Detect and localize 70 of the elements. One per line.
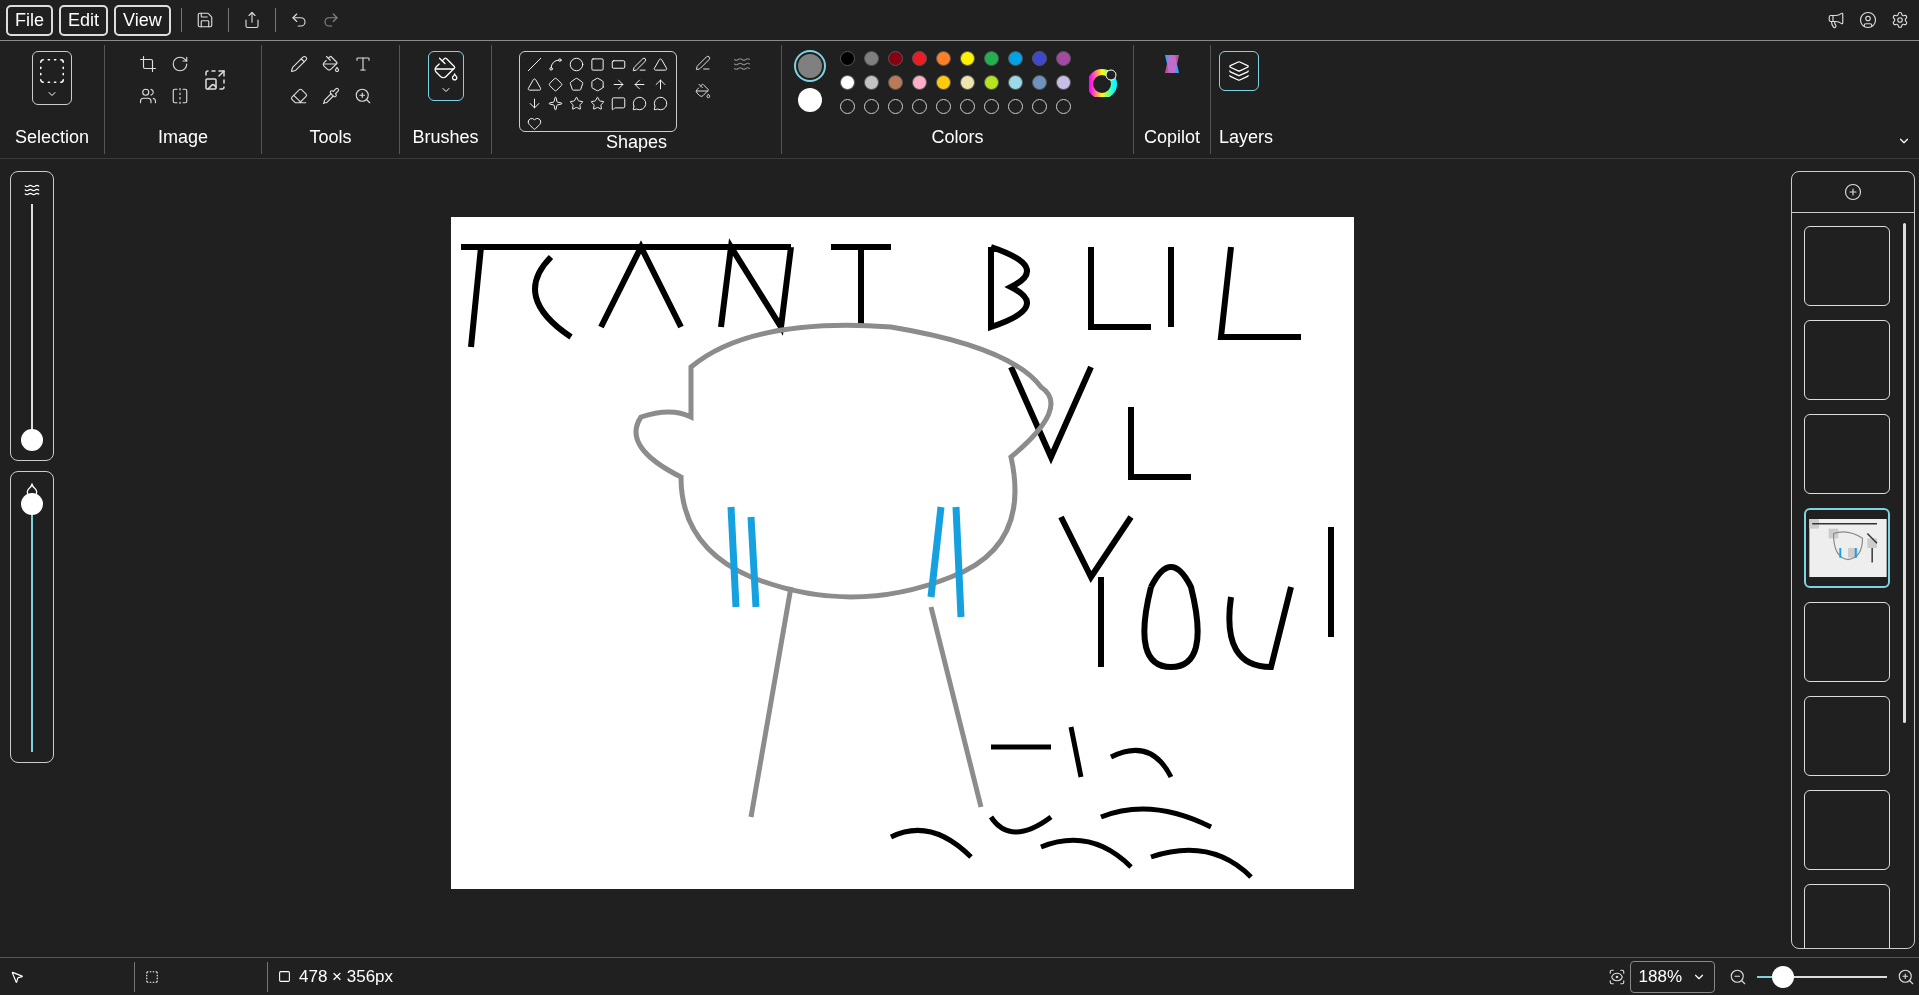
down-arrow-icon[interactable] <box>526 96 543 112</box>
color-swatch[interactable] <box>960 75 975 90</box>
color-swatch[interactable] <box>984 51 999 66</box>
star-icon[interactable] <box>568 96 585 112</box>
color-swatch[interactable] <box>960 51 975 66</box>
color-swatch[interactable] <box>912 51 927 66</box>
selection-size-icon <box>145 969 159 984</box>
layer-thumbnail[interactable] <box>1804 414 1890 494</box>
oval-icon[interactable] <box>568 57 585 73</box>
group-label: Colors <box>931 127 984 148</box>
layer-thumbnail[interactable] <box>1804 508 1890 588</box>
pointer-icon <box>10 969 24 984</box>
layer-thumbnail[interactable] <box>1804 884 1890 948</box>
pentagon-icon[interactable] <box>568 76 585 92</box>
rectangle-icon[interactable] <box>589 57 606 73</box>
size-icon <box>24 182 40 198</box>
group-label: Copilot <box>1144 127 1200 148</box>
brushes-button[interactable] <box>427 51 464 101</box>
triangle-icon[interactable] <box>652 57 669 73</box>
color-swatch[interactable] <box>888 51 903 66</box>
layer-thumbnail[interactable] <box>1804 790 1890 870</box>
right-arrow-icon[interactable] <box>610 76 627 92</box>
layers-icon <box>1228 60 1250 82</box>
layer-thumbnail[interactable] <box>1804 696 1890 776</box>
canvas-size: 478 × 356px <box>299 966 394 987</box>
selection-icon <box>37 56 67 86</box>
color-swatch[interactable] <box>1056 75 1071 90</box>
layers-button[interactable] <box>1219 51 1259 91</box>
hexagon-icon[interactable] <box>589 76 606 92</box>
primary-color[interactable] <box>798 53 822 78</box>
color-swatch[interactable] <box>1008 75 1023 90</box>
color-swatch[interactable] <box>912 75 927 90</box>
color-swatch[interactable] <box>936 51 951 66</box>
group-label: Brushes <box>412 127 479 148</box>
layer-thumbnail[interactable] <box>1804 602 1890 682</box>
selection-button[interactable] <box>32 51 72 105</box>
curve-icon[interactable] <box>547 57 564 73</box>
menu-button[interactable]: View <box>114 4 171 36</box>
zoom-slider-thumb[interactable] <box>1772 965 1794 988</box>
four-point-star-icon[interactable] <box>547 96 564 112</box>
rectangle-callout-icon[interactable] <box>610 96 627 112</box>
color-wheel-icon[interactable] <box>1089 68 1117 97</box>
slider-thumb[interactable] <box>21 429 43 452</box>
secondary-color[interactable] <box>798 87 822 112</box>
canvas-size-icon <box>278 970 291 983</box>
group-label: Layers <box>1219 127 1274 148</box>
layer-thumbnail[interactable] <box>1804 320 1890 400</box>
color-swatch[interactable] <box>888 75 903 90</box>
layer-thumbnail[interactable] <box>1804 226 1890 306</box>
group-label: Selection <box>14 127 90 148</box>
diamond-icon[interactable] <box>547 76 564 92</box>
color-swatch[interactable] <box>1008 51 1023 66</box>
menu-button[interactable]: File <box>6 4 53 36</box>
color-swatch[interactable] <box>1032 51 1047 66</box>
group-label: Tools <box>309 127 352 148</box>
color-swatch[interactable] <box>936 75 951 90</box>
zoom-dropdown[interactable]: 188% <box>1629 960 1715 993</box>
color-swatch[interactable] <box>840 51 855 66</box>
color-swatch[interactable] <box>1056 51 1071 66</box>
color-swatch[interactable] <box>864 51 879 66</box>
color-swatch[interactable] <box>864 75 879 90</box>
oval-callout-icon[interactable] <box>631 96 648 112</box>
menu-button[interactable]: Edit <box>59 4 109 36</box>
color-swatch[interactable] <box>1032 75 1047 90</box>
group-label: Shapes <box>605 132 668 153</box>
group-label: Image <box>158 127 208 148</box>
color-swatch[interactable] <box>984 75 999 90</box>
line-icon[interactable] <box>526 57 543 73</box>
color-swatch[interactable] <box>840 75 855 90</box>
slider-thumb[interactable] <box>21 493 43 515</box>
